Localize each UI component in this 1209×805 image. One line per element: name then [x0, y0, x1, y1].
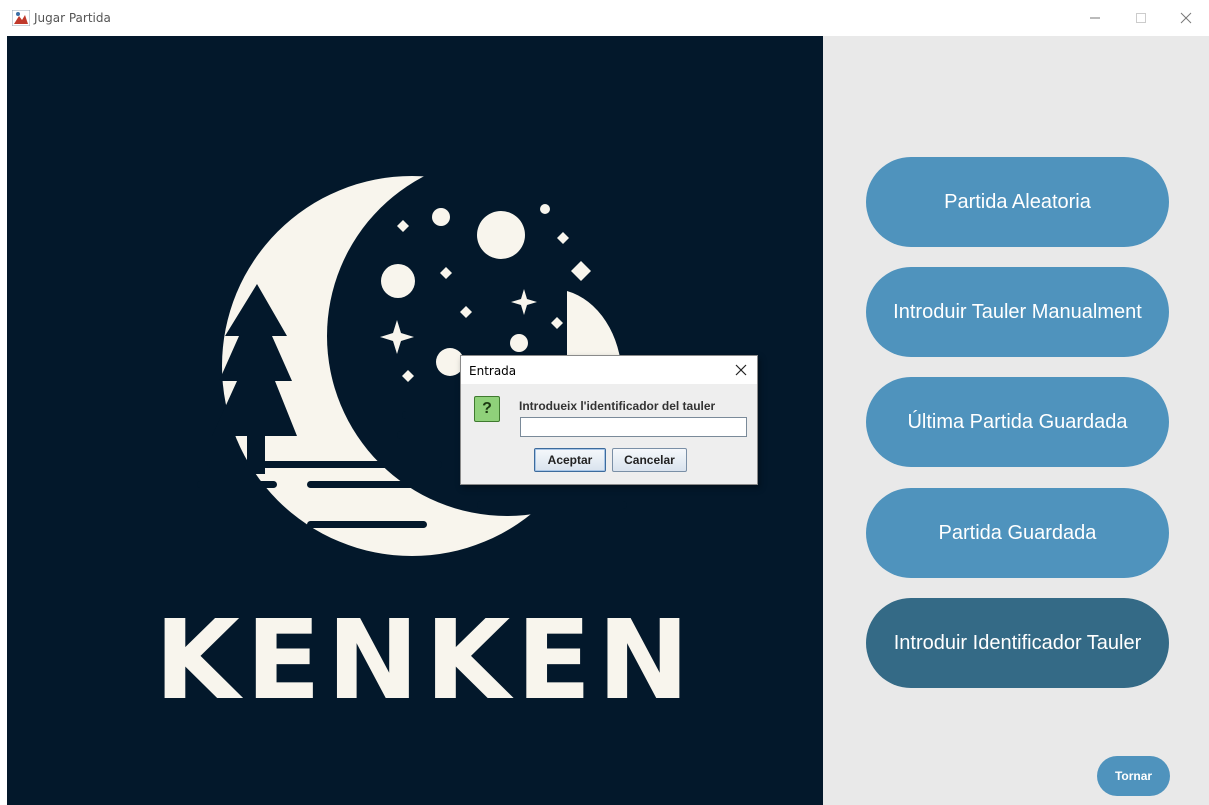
- manual-board-button[interactable]: Introduir Tauler Manualment: [866, 267, 1169, 357]
- dialog-message: Introdueix l'identificador del tauler: [519, 399, 716, 413]
- dialog-title: Entrada: [469, 364, 517, 378]
- accept-button[interactable]: Aceptar: [534, 448, 606, 472]
- last-saved-game-button[interactable]: Última Partida Guardada: [866, 377, 1169, 467]
- kenken-wordmark: KENKEN: [155, 596, 696, 724]
- minimize-button[interactable]: [1072, 4, 1118, 32]
- back-button[interactable]: Tornar: [1097, 756, 1170, 796]
- menu-panel: Partida Aleatoria Introduir Tauler Manua…: [823, 36, 1209, 805]
- board-id-button[interactable]: Introduir Identificador Tauler: [866, 598, 1169, 688]
- input-dialog: Entrada ? Introdueix l'identificador del…: [460, 355, 758, 485]
- dialog-title-bar: Entrada: [461, 356, 757, 384]
- random-game-button[interactable]: Partida Aleatoria: [866, 157, 1169, 247]
- close-window-button[interactable]: [1163, 4, 1209, 32]
- close-icon: [1180, 12, 1192, 24]
- dialog-close-button[interactable]: [731, 360, 751, 380]
- java-app-icon: [12, 10, 30, 26]
- main-window: Jugar Partida KENKEN Partida Aleatoria I…: [0, 0, 1209, 805]
- minimize-icon: [1090, 17, 1100, 19]
- close-icon: [735, 364, 747, 376]
- maximize-icon: [1136, 13, 1146, 23]
- maximize-button[interactable]: [1118, 4, 1164, 32]
- title-bar: Jugar Partida: [0, 0, 1209, 36]
- board-id-input[interactable]: [520, 417, 747, 437]
- saved-game-button[interactable]: Partida Guardada: [866, 488, 1169, 578]
- question-icon: ?: [474, 396, 500, 422]
- window-title: Jugar Partida: [34, 11, 111, 25]
- cancel-button[interactable]: Cancelar: [612, 448, 687, 472]
